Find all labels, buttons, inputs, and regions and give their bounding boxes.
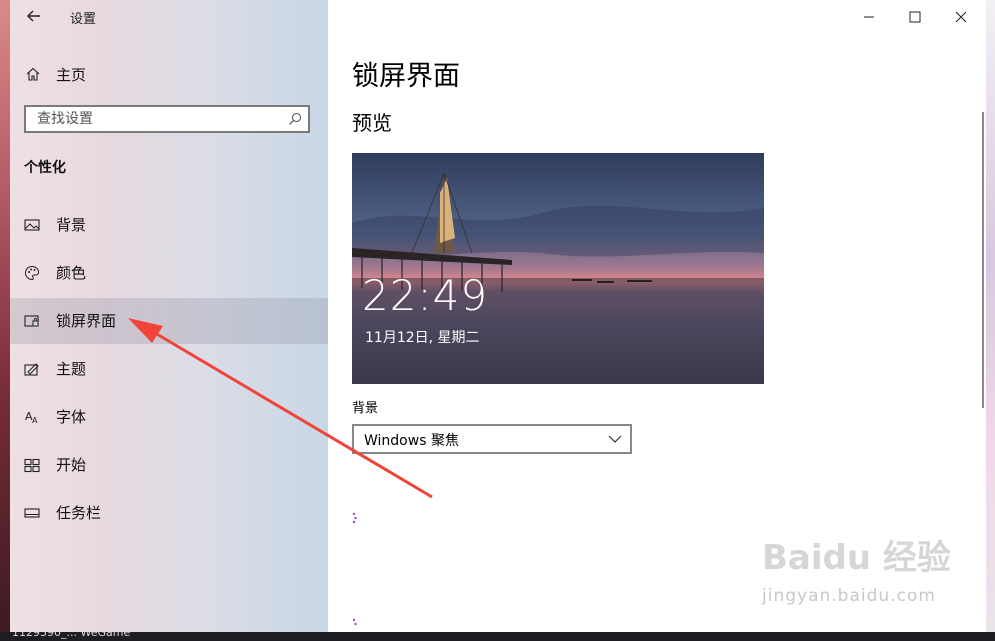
sidebar-item-label: 颜色 (56, 264, 87, 282)
app-title: 设置 (70, 12, 97, 27)
minimize-button[interactable] (846, 0, 892, 34)
background-label: 背景 (352, 401, 379, 416)
window-controls (846, 0, 986, 34)
sidebar-item-home[interactable]: 主页 (10, 58, 328, 90)
home-icon (26, 67, 40, 81)
watermark-sub: jingyan.baidu.com (762, 586, 936, 606)
close-icon (955, 11, 967, 23)
lock-screen-preview: 22:49 11月12日, 星期二 (352, 153, 764, 384)
theme-icon (24, 363, 39, 376)
palette-icon (24, 265, 40, 281)
minimize-icon (864, 16, 874, 18)
maximize-button[interactable] (892, 0, 938, 34)
arrow-left-icon (27, 10, 40, 22)
background-dropdown[interactable]: Windows 聚焦 (352, 424, 632, 454)
lock-screen-icon (24, 315, 39, 327)
sidebar-item-themes[interactable]: 主题 (10, 346, 328, 392)
sidebar-item-fonts[interactable]: A A 字体 (10, 394, 328, 440)
sidebar-item-lock-screen[interactable]: 锁屏界面 (10, 298, 328, 344)
background-dropdown-value: Windows 聚焦 (364, 433, 459, 449)
preview-date: 11月12日, 星期二 (365, 330, 480, 346)
start-icon (24, 458, 40, 473)
sidebar-item-label: 主题 (56, 360, 87, 378)
preview-time: 22:49 (362, 271, 489, 320)
sidebar: 设置 主页 个性化 背景 (10, 0, 328, 632)
sidebar-item-label: 任务栏 (56, 504, 102, 522)
sidebar-item-label: 锁屏界面 (56, 312, 117, 330)
taskbar (0, 632, 995, 641)
baidu-watermark: Baidu 经验 jingyan.baidu.com (762, 530, 972, 620)
maximize-icon (909, 11, 921, 23)
back-button[interactable] (24, 6, 44, 26)
page-title: 锁屏界面 (352, 61, 460, 92)
desktop-background-left (0, 0, 10, 641)
sidebar-item-colors[interactable]: 颜色 (10, 250, 328, 296)
chevron-down-icon (608, 435, 622, 443)
section-title: 个性化 (24, 160, 66, 176)
preview-heading: 预览 (352, 111, 392, 135)
scrollbar[interactable] (982, 112, 984, 408)
font-icon: A A (25, 410, 38, 425)
home-label: 主页 (56, 66, 87, 84)
sidebar-item-label: 开始 (56, 456, 87, 474)
taskbar-icon (24, 508, 40, 518)
watermark-main: Baidu 经验 (762, 538, 951, 578)
sidebar-item-label: 背景 (56, 216, 87, 234)
search-input[interactable] (35, 110, 279, 128)
svg-text:A: A (32, 416, 38, 425)
picture-icon (24, 219, 40, 231)
sidebar-item-start[interactable]: 开始 (10, 442, 328, 488)
pier-sunset-image (352, 153, 764, 384)
loading-dots-icon (352, 512, 357, 524)
sidebar-item-label: 字体 (56, 408, 87, 426)
search-box[interactable] (24, 105, 310, 133)
close-button[interactable] (938, 0, 984, 34)
sidebar-item-background[interactable]: 背景 (10, 202, 328, 248)
search-icon[interactable] (288, 112, 302, 126)
loading-dots-icon (352, 618, 357, 626)
sidebar-item-taskbar[interactable]: 任务栏 (10, 490, 328, 536)
desktop-background-right (986, 0, 995, 641)
